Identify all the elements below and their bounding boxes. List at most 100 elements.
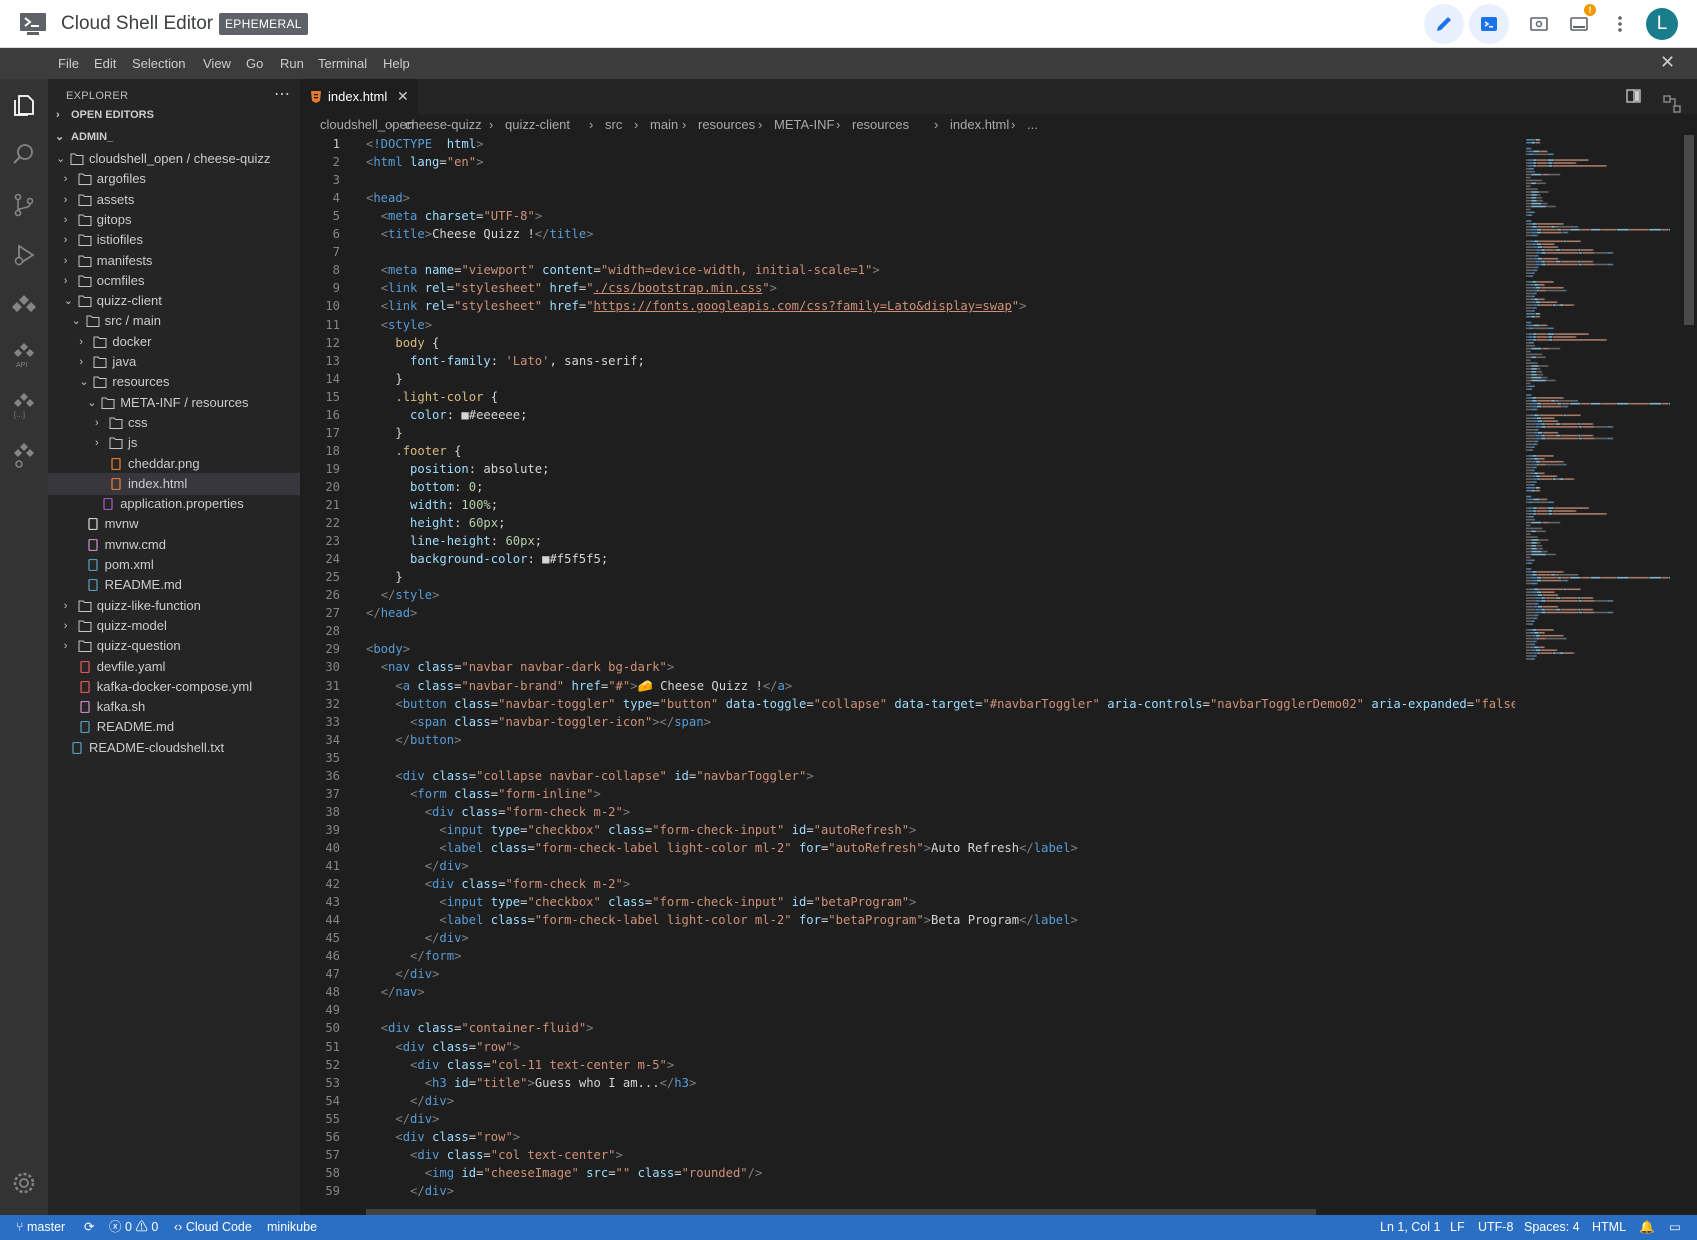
breadcrumb-item[interactable]: main bbox=[650, 114, 678, 136]
tree-folder[interactable]: ⌄ cloudshell_open / cheese-quizz bbox=[48, 148, 300, 170]
breadcrumb-item[interactable]: ... bbox=[1027, 114, 1038, 136]
terminal-button[interactable] bbox=[1469, 4, 1509, 44]
tree-file[interactable]: kafka-docker-compose.yml bbox=[48, 676, 300, 698]
tree-item-label: istiofiles bbox=[96, 232, 144, 248]
tree-folder[interactable]: ⌄ quizz-client bbox=[48, 290, 300, 312]
breadcrumb-item[interactable]: quizz-client bbox=[505, 114, 570, 136]
tree-folder[interactable]: › quizz-question bbox=[48, 635, 300, 657]
source-control-icon[interactable] bbox=[10, 191, 38, 219]
tree-file[interactable]: index.html bbox=[48, 472, 300, 495]
explorer-more-icon[interactable]: ⋯ bbox=[274, 84, 290, 104]
tree-file[interactable]: kafka.sh bbox=[48, 696, 300, 718]
tree-file[interactable]: cheddar.png bbox=[48, 453, 300, 475]
language-mode-status[interactable]: HTML bbox=[1592, 1215, 1626, 1240]
git-branch-icon: ⑂ bbox=[16, 1220, 27, 1234]
git-branch-status[interactable]: ⑂ master bbox=[16, 1215, 65, 1240]
tree-folder[interactable]: ⌄ META-INF / resources bbox=[48, 392, 300, 414]
tree-folder[interactable]: › java bbox=[48, 351, 300, 373]
tree-file[interactable]: pom.xml bbox=[48, 554, 300, 576]
menu-run[interactable]: Run bbox=[280, 56, 304, 71]
bell-icon[interactable]: 🔔 bbox=[1639, 1215, 1655, 1240]
chevron-right-icon: › bbox=[63, 254, 68, 267]
search-icon[interactable] bbox=[10, 141, 38, 169]
cloud-run-icon[interactable] bbox=[10, 441, 38, 469]
menu-terminal[interactable]: Terminal bbox=[318, 56, 367, 71]
cursor-position[interactable]: Ln 1, Col 1 bbox=[1380, 1215, 1440, 1240]
menu-view[interactable]: View bbox=[203, 56, 231, 71]
workspace-section[interactable]: ⌄ ADMIN_ bbox=[48, 126, 300, 148]
account-avatar[interactable]: L bbox=[1646, 8, 1678, 40]
web-preview-button[interactable] bbox=[1519, 4, 1559, 44]
cluster-status[interactable]: minikube bbox=[267, 1215, 317, 1240]
breadcrumb-item[interactable]: resources bbox=[698, 114, 755, 136]
tree-folder[interactable]: › docker bbox=[48, 331, 300, 353]
svg-text:[…]: […] bbox=[14, 412, 25, 419]
line-number: 37 bbox=[325, 786, 340, 801]
tree-folder[interactable]: › gitops bbox=[48, 209, 300, 231]
cloud-code-panel-icon[interactable] bbox=[1660, 92, 1684, 116]
tree-folder[interactable]: › quizz-model bbox=[48, 615, 300, 637]
tree-folder[interactable]: › manifests bbox=[48, 250, 300, 272]
breadcrumb-item[interactable]: cloudshell_open bbox=[320, 114, 414, 136]
settings-gear-icon[interactable] bbox=[10, 1169, 38, 1197]
tree-file[interactable]: README.md bbox=[48, 574, 300, 596]
tree-folder[interactable]: › assets bbox=[48, 189, 300, 211]
close-icon[interactable]: ✕ bbox=[1660, 52, 1675, 73]
tree-item-label: META-INF / resources bbox=[120, 394, 249, 410]
tree-file[interactable]: devfile.yaml bbox=[48, 656, 300, 678]
breadcrumb-item[interactable]: META-INF bbox=[774, 114, 834, 136]
open-editors-section[interactable]: › OPEN EDITORS bbox=[48, 104, 300, 126]
breadcrumb-item[interactable]: resources bbox=[852, 114, 909, 136]
tree-folder[interactable]: › js bbox=[48, 432, 300, 454]
cloud-code-status[interactable]: ‹› Cloud Code bbox=[174, 1215, 252, 1240]
console-panel-icon bbox=[1570, 17, 1588, 31]
sync-icon[interactable]: ⟳ bbox=[84, 1215, 94, 1240]
split-editor-icon[interactable] bbox=[1626, 88, 1642, 104]
tree-folder[interactable]: ⌄ src / main bbox=[48, 310, 300, 332]
tree-file[interactable]: mvnw bbox=[48, 513, 300, 535]
menu-file[interactable]: File bbox=[58, 56, 79, 71]
code-brackets-icon: ‹› bbox=[174, 1220, 186, 1234]
tree-folder[interactable]: › argofiles bbox=[48, 168, 300, 190]
problems-status[interactable]: ⓧ 0 ⚠ 0 bbox=[109, 1215, 158, 1240]
breadcrumb-item[interactable]: cheese-quizz bbox=[405, 114, 482, 136]
cloud-code-icon[interactable] bbox=[10, 291, 38, 319]
code-line: <div class="row"> bbox=[395, 1129, 521, 1144]
chevron-right-icon: › bbox=[56, 109, 60, 121]
cloud-shell-logo-icon bbox=[20, 13, 46, 35]
tree-folder[interactable]: › css bbox=[48, 412, 300, 434]
tab-index-html[interactable]: index.html ✕ bbox=[300, 79, 418, 114]
tree-folder[interactable]: › istiofiles bbox=[48, 229, 300, 251]
tab-close-icon[interactable]: ✕ bbox=[397, 88, 409, 105]
explorer-icon[interactable] bbox=[10, 91, 38, 119]
menu-selection[interactable]: Selection bbox=[132, 56, 185, 71]
workspace-label: ADMIN_ bbox=[71, 131, 114, 143]
tree-file[interactable]: README-cloudshell.txt bbox=[48, 737, 300, 759]
minimap[interactable] bbox=[1518, 135, 1678, 1203]
code-editor[interactable]: 1 <!DOCTYPE html> 2 <html lang="en"> 3 4 <head… bbox=[300, 135, 1515, 1203]
tree-file[interactable]: mvnw.cmd bbox=[48, 534, 300, 556]
tree-folder[interactable]: › ocmfiles bbox=[48, 270, 300, 292]
line-number: 44 bbox=[325, 913, 340, 928]
cloud-apis-icon[interactable]: API bbox=[10, 341, 38, 369]
indent-status[interactable]: Spaces: 4 bbox=[1524, 1215, 1580, 1240]
breadcrumb-item[interactable]: index.html bbox=[950, 114, 1009, 136]
run-debug-icon[interactable] bbox=[10, 241, 38, 269]
menu-edit[interactable]: Edit bbox=[94, 56, 116, 71]
menu-go[interactable]: Go bbox=[246, 56, 263, 71]
tree-file[interactable]: README.md bbox=[48, 716, 300, 738]
more-options-button[interactable] bbox=[1600, 4, 1640, 44]
eol-status[interactable]: LF bbox=[1450, 1215, 1465, 1240]
vertical-scrollbar[interactable] bbox=[1684, 135, 1694, 1203]
breadcrumb-item[interactable]: src bbox=[605, 114, 622, 136]
encoding-status[interactable]: UTF-8 bbox=[1478, 1215, 1513, 1240]
folder-icon bbox=[93, 356, 107, 368]
menu-help[interactable]: Help bbox=[383, 56, 410, 71]
tree-file[interactable]: application.properties bbox=[48, 493, 300, 515]
tree-folder[interactable]: ⌄ resources bbox=[48, 371, 300, 393]
editor-mode-button[interactable] bbox=[1424, 4, 1464, 44]
layout-panel-icon[interactable]: ▭ bbox=[1669, 1215, 1681, 1240]
code-line: } bbox=[366, 371, 403, 386]
tree-folder[interactable]: › quizz-like-function bbox=[48, 595, 300, 617]
secret-manager-icon[interactable]: […] bbox=[10, 391, 38, 419]
